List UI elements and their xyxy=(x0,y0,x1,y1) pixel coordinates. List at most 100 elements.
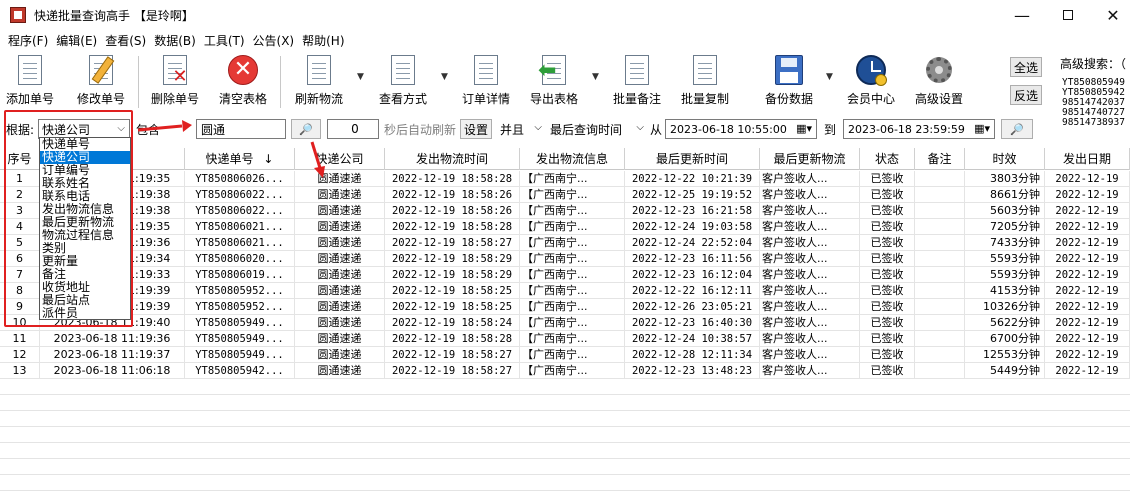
table-row[interactable]: 10 2023-06-18 11:19:40 YT850805949... 圆通速递 2… xyxy=(0,315,1130,331)
refresh-dropdown-arrow-icon[interactable]: ▼ xyxy=(357,72,364,82)
close-button[interactable]: ✕ xyxy=(1090,0,1130,30)
chevron-down-icon: ⌵ xyxy=(534,122,542,133)
column-header-duration[interactable]: 时效 xyxy=(965,148,1045,170)
empty-row xyxy=(0,475,1130,491)
cell-ship-time: 2022-12-19 18:58:29 xyxy=(385,251,520,267)
column-header-last-update-time[interactable]: 最后更新时间 xyxy=(625,148,760,170)
clock-icon xyxy=(855,54,887,86)
search-button[interactable]: 🔎 xyxy=(291,119,321,139)
column-header-last-update-info[interactable]: 最后更新物流 xyxy=(760,148,860,170)
cell-last-update-info: 客户签收人... xyxy=(760,203,860,219)
cell-ship-date: 2022-12-19 xyxy=(1045,251,1130,267)
select-all-button[interactable]: 全选 xyxy=(1010,57,1042,77)
maximize-button[interactable] xyxy=(1045,0,1091,30)
table-row[interactable]: 22023-06-18 11:19:38YT850806022...圆通速递20… xyxy=(0,187,1130,203)
cell-ship-time: 2022-12-19 18:58:25 xyxy=(385,283,520,299)
table-row[interactable]: 12 2023-06-18 11:19:37 YT850805949... 圆通速递 2… xyxy=(0,347,1130,363)
menu-bar: 程序(F) 编辑(E) 查看(S) 数据(B) 工具(T) 公告(X) 帮助(H… xyxy=(0,30,1130,50)
time-search-button[interactable]: 🔎 xyxy=(1001,119,1033,139)
keyword-input[interactable]: 圆通 xyxy=(196,119,286,139)
time-field-select[interactable]: 最后查询时间 ⌵ xyxy=(550,119,646,139)
empty-row xyxy=(0,443,1130,459)
cell-courier: 圆通速递 xyxy=(295,267,385,283)
table-row[interactable]: 12023-06-18 11:19:35YT850806026...圆通速递20… xyxy=(0,171,1130,187)
column-header-status[interactable]: 状态 xyxy=(860,148,915,170)
advanced-settings-button[interactable]: 高级设置 xyxy=(915,54,963,110)
cell-last-update-info: 客户签收人... xyxy=(760,331,860,347)
cell-ship-info: 【广西南宁... xyxy=(520,283,625,299)
advanced-search-list[interactable]: YT850805949 YT850805942 98514742037 9851… xyxy=(1062,78,1125,128)
menu-edit[interactable]: 编辑(E) xyxy=(52,32,101,49)
batch-copy-button[interactable]: 批量复制 xyxy=(681,54,729,110)
export-table-button[interactable]: ⬅ 导出表格 xyxy=(530,54,578,110)
cell-last-update-info: 客户签收人... xyxy=(760,219,860,235)
edit-number-button[interactable]: 修改单号 xyxy=(77,54,125,110)
cell-courier: 圆通速递 xyxy=(295,251,385,267)
member-center-button[interactable]: 会员中心 xyxy=(847,54,895,110)
cell-last-update-time: 2022-12-26 23:05:21 xyxy=(625,299,760,315)
results-table: 序号 间 快递单号 ↓ 快递公司 发出物流时间 发出物流信息 最后更新时间 最后… xyxy=(0,148,1130,503)
table-row[interactable]: 72023-06-18 11:19:33YT850806019...圆通速递20… xyxy=(0,267,1130,283)
cell-last-update-info: 客户签收人... xyxy=(760,347,860,363)
menu-data[interactable]: 数据(B) xyxy=(150,32,200,49)
menu-help[interactable]: 帮助(H) xyxy=(298,32,348,49)
logic-select[interactable]: 并且 ⌵ xyxy=(500,119,544,139)
batch-note-button[interactable]: 批量备注 xyxy=(613,54,661,110)
column-header-ship-date[interactable]: 发出日期 xyxy=(1045,148,1130,170)
cell-status: 已签收 xyxy=(860,267,915,283)
add-number-button[interactable]: 添加单号 xyxy=(6,54,54,110)
cell-duration: 5622分钟 xyxy=(965,315,1045,331)
refresh-logistics-button[interactable]: 刷新物流 xyxy=(295,54,343,110)
table-row[interactable]: 52023-06-18 11:19:36YT850806021...圆通速递20… xyxy=(0,235,1130,251)
order-detail-button[interactable]: 订单详情 xyxy=(462,54,510,110)
clear-table-button[interactable]: ✕ 清空表格 xyxy=(219,54,267,110)
from-label: 从 xyxy=(650,122,663,137)
cell-last-update-info: 客户签收人... xyxy=(760,299,860,315)
member-center-label: 会员中心 xyxy=(847,92,896,106)
table-row[interactable]: 92023-06-18 11:19:39YT850805952...圆通速递20… xyxy=(0,299,1130,315)
export-arrow-icon: ⬅ xyxy=(538,54,570,86)
delete-number-button[interactable]: ✕ 删除单号 xyxy=(151,54,199,110)
view-mode-dropdown-arrow-icon[interactable]: ▼ xyxy=(441,72,448,82)
backup-dropdown-arrow-icon[interactable]: ▼ xyxy=(826,72,833,82)
column-header-tracking-number[interactable]: 快递单号 ↓ xyxy=(185,148,295,170)
table-row[interactable]: 13 2023-06-18 11:06:18 YT850805942... 圆通速递 2… xyxy=(0,363,1130,379)
table-row[interactable]: 32023-06-18 11:19:38YT850806022...圆通速递20… xyxy=(0,203,1130,219)
menu-tools[interactable]: 工具(T) xyxy=(200,32,249,49)
cell-tracking-number: YT850806021... xyxy=(185,235,295,251)
minimize-button[interactable]: — xyxy=(999,0,1045,30)
view-mode-button[interactable]: 查看方式 xyxy=(379,54,427,110)
table-row[interactable]: 42023-06-18 11:19:35YT850806021...圆通速递20… xyxy=(0,219,1130,235)
title-bar: 快递批量查询高手 【是玲啊】 — ✕ xyxy=(0,0,1130,30)
invert-selection-button[interactable]: 反选 xyxy=(1010,85,1042,105)
table-header: 序号 间 快递单号 ↓ 快递公司 发出物流时间 发出物流信息 最后更新时间 最后… xyxy=(0,148,1130,170)
table-row[interactable]: 11 2023-06-18 11:19:36 YT850805949... 圆通速递 2… xyxy=(0,331,1130,347)
interval-settings-button[interactable]: 设置 xyxy=(460,119,492,139)
cell-last-update-time: 2022-12-24 19:03:58 xyxy=(625,219,760,235)
calendar-icon[interactable]: ▦▾ xyxy=(796,122,812,135)
from-datetime-picker[interactable]: 2023-06-18 10:55:00 ▦▾ xyxy=(665,119,817,139)
menu-program[interactable]: 程序(F) xyxy=(4,32,52,49)
refresh-interval-input[interactable]: 0 xyxy=(327,119,379,139)
calendar-icon[interactable]: ▦▾ xyxy=(974,122,990,135)
menu-view[interactable]: 查看(S) xyxy=(101,32,150,49)
cell-last-update-time: 2022-12-23 16:21:58 xyxy=(625,203,760,219)
cell-query-time: 2023-06-18 11:06:18 xyxy=(40,363,185,379)
backup-data-button[interactable]: 备份数据 xyxy=(765,54,813,110)
menu-notice[interactable]: 公告(X) xyxy=(249,32,299,49)
table-row[interactable]: 62023-06-18 11:19:34YT850806020...圆通速递20… xyxy=(0,251,1130,267)
cell-tracking-number: YT850806020... xyxy=(185,251,295,267)
column-header-ship-time[interactable]: 发出物流时间 xyxy=(385,148,520,170)
to-datetime-picker[interactable]: 2023-06-18 23:59:59 ▦▾ xyxy=(843,119,995,139)
column-header-note[interactable]: 备注 xyxy=(915,148,965,170)
cell-ship-info: 【广西南宁... xyxy=(520,171,625,187)
cell-tracking-number: YT850805942... xyxy=(185,363,295,379)
batch-note-label: 批量备注 xyxy=(613,92,662,106)
cell-status: 已签收 xyxy=(860,299,915,315)
column-header-ship-info[interactable]: 发出物流信息 xyxy=(520,148,625,170)
table-row[interactable]: 82023-06-18 11:19:39YT850805952...圆通速递20… xyxy=(0,283,1130,299)
cell-last-update-info: 客户签收人... xyxy=(760,171,860,187)
export-dropdown-arrow-icon[interactable]: ▼ xyxy=(592,72,599,82)
cell-last-update-info: 客户签收人... xyxy=(760,235,860,251)
cell-tracking-number: YT850806021... xyxy=(185,219,295,235)
